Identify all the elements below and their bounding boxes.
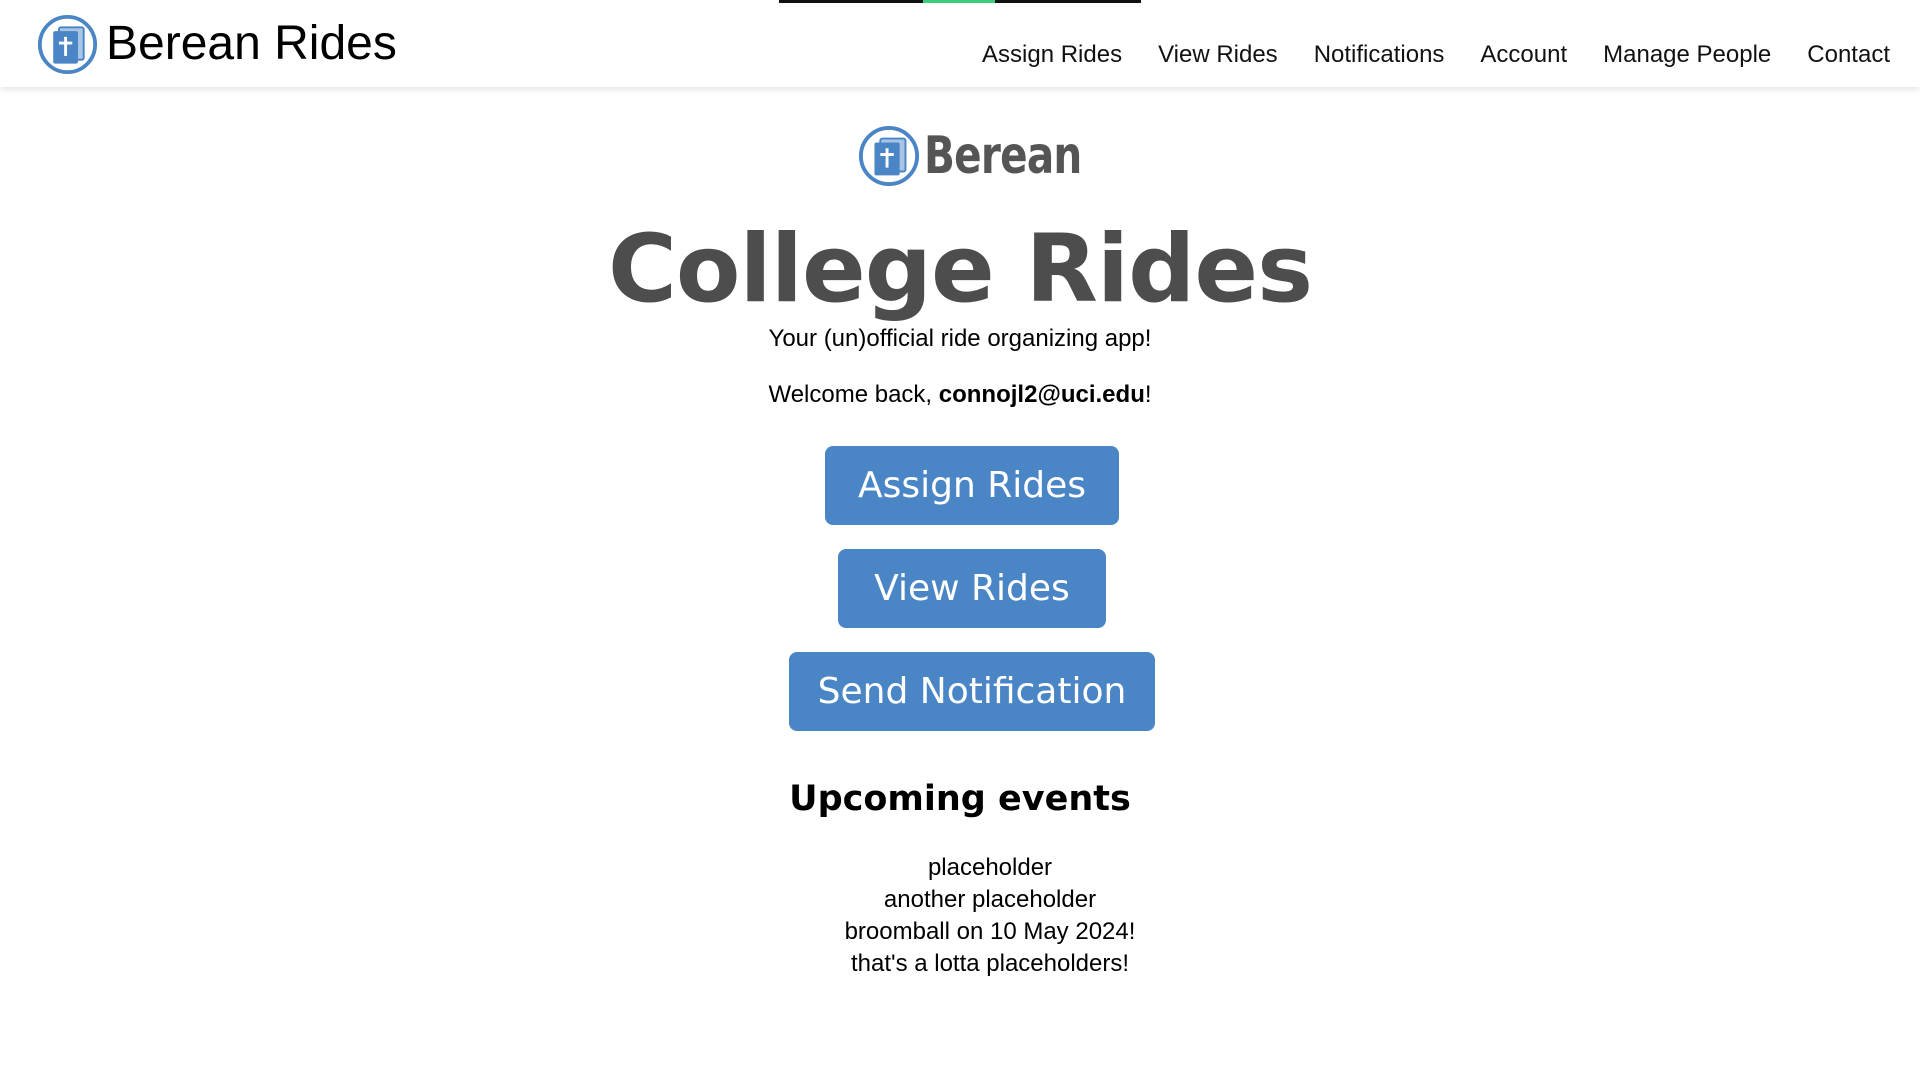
send-notification-button[interactable]: Send Notification [789, 652, 1155, 731]
nav-manage-people[interactable]: Manage People [1585, 38, 1789, 72]
brand-home-link[interactable]: Berean Rides [37, 13, 397, 75]
nav-view-rides[interactable]: View Rides [1140, 38, 1296, 72]
bible-cross-icon [858, 125, 920, 187]
main-nav: Assign Rides View Rides Notifications Ac… [964, 38, 1890, 72]
bible-cross-icon [37, 14, 98, 74]
loading-progress-indicator [923, 0, 995, 3]
top-navbar: Berean Rides Assign Rides View Rides Not… [0, 0, 1920, 87]
tagline: Your (un)official ride organizing app! [768, 325, 1152, 352]
hero-logo: Berean [858, 125, 1126, 187]
upcoming-events-list: placeholder another placeholder broombal… [0, 852, 1920, 980]
user-email: connojl2@uci.edu [938, 381, 1145, 408]
loading-progress-bar [779, 0, 1141, 3]
view-rides-button[interactable]: View Rides [838, 549, 1106, 628]
list-item: broomball on 10 May 2024! [844, 918, 1136, 945]
assign-rides-button[interactable]: Assign Rides [825, 446, 1119, 525]
nav-notifications[interactable]: Notifications [1296, 38, 1463, 72]
nav-assign-rides[interactable]: Assign Rides [964, 38, 1140, 72]
list-item: that's a lotta placeholders! [850, 950, 1130, 977]
nav-contact[interactable]: Contact [1789, 38, 1890, 72]
welcome-prefix: Welcome back, [768, 381, 939, 408]
nav-account[interactable]: Account [1462, 38, 1585, 72]
hero-logo-text: Berean [924, 126, 1082, 186]
list-item: another placeholder [883, 886, 1097, 913]
welcome-suffix: ! [1144, 381, 1152, 408]
upcoming-events-heading: Upcoming events [789, 779, 1131, 819]
brand-name: Berean Rides [106, 17, 397, 70]
page-title: College Rides [607, 215, 1313, 324]
welcome-message: Welcome back, connojl2@uci.edu! [0, 379, 1920, 411]
list-item: placeholder [927, 854, 1053, 881]
